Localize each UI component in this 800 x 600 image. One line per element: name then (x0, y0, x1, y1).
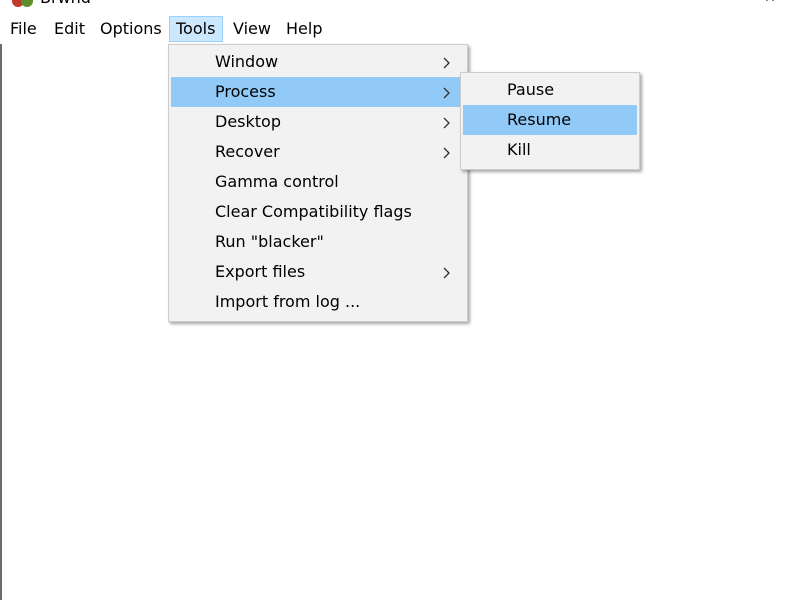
title-bar: Brwnd — ✕ (0, 0, 800, 14)
window-title: Brwnd (40, 0, 91, 8)
menu-item-label: Desktop (215, 112, 281, 131)
submenu-item-kill[interactable]: Kill (463, 135, 637, 165)
menu-options[interactable]: Options (94, 16, 168, 42)
app-window: Brwnd — ✕ File Edit Options Tools View H… (0, 0, 800, 600)
menu-item-label: Import from log ... (215, 292, 361, 311)
app-icon (12, 0, 33, 7)
process-submenu: Pause Resume Kill (460, 72, 640, 170)
chevron-right-icon (443, 107, 453, 137)
menu-item-import-from-log[interactable]: Import from log ... (171, 287, 465, 317)
close-button[interactable]: ✕ (760, 0, 780, 6)
menu-item-clear-compatibility-flags[interactable]: Clear Compatibility flags (171, 197, 465, 227)
chevron-right-icon (443, 77, 453, 107)
menu-item-label: Export files (215, 262, 306, 281)
menu-file[interactable]: File (4, 16, 43, 42)
tools-menu: Window Process Desktop Recover Gamma con… (168, 44, 468, 322)
menu-edit[interactable]: Edit (48, 16, 91, 42)
menu-bar: File Edit Options Tools View Help (0, 14, 800, 45)
menu-item-gamma-control[interactable]: Gamma control (171, 167, 465, 197)
menu-item-label: Clear Compatibility flags (215, 202, 412, 221)
menu-item-label: Recover (215, 142, 280, 161)
chevron-right-icon (443, 47, 453, 77)
menu-item-recover[interactable]: Recover (171, 137, 465, 167)
menu-item-label: Run "blacker" (215, 232, 324, 251)
menu-item-label: Gamma control (215, 172, 339, 191)
menu-tools[interactable]: Tools (169, 16, 223, 42)
menu-item-label: Resume (507, 110, 572, 129)
menu-help[interactable]: Help (280, 16, 328, 42)
menu-item-label: Kill (507, 140, 531, 159)
menu-item-label: Pause (507, 80, 555, 99)
menu-item-process[interactable]: Process (171, 77, 465, 107)
submenu-item-resume[interactable]: Resume (463, 105, 637, 135)
menu-item-export-files[interactable]: Export files (171, 257, 465, 287)
menu-item-label: Window (215, 52, 279, 71)
chevron-right-icon (443, 137, 453, 167)
submenu-item-pause[interactable]: Pause (463, 75, 637, 105)
minimize-button[interactable]: — (696, 0, 716, 6)
menu-item-desktop[interactable]: Desktop (171, 107, 465, 137)
menu-item-run-blacker[interactable]: Run "blacker" (171, 227, 465, 257)
menu-item-label: Process (215, 82, 276, 101)
menu-view[interactable]: View (227, 16, 277, 42)
chevron-right-icon (443, 257, 453, 287)
menu-item-window[interactable]: Window (171, 47, 465, 77)
